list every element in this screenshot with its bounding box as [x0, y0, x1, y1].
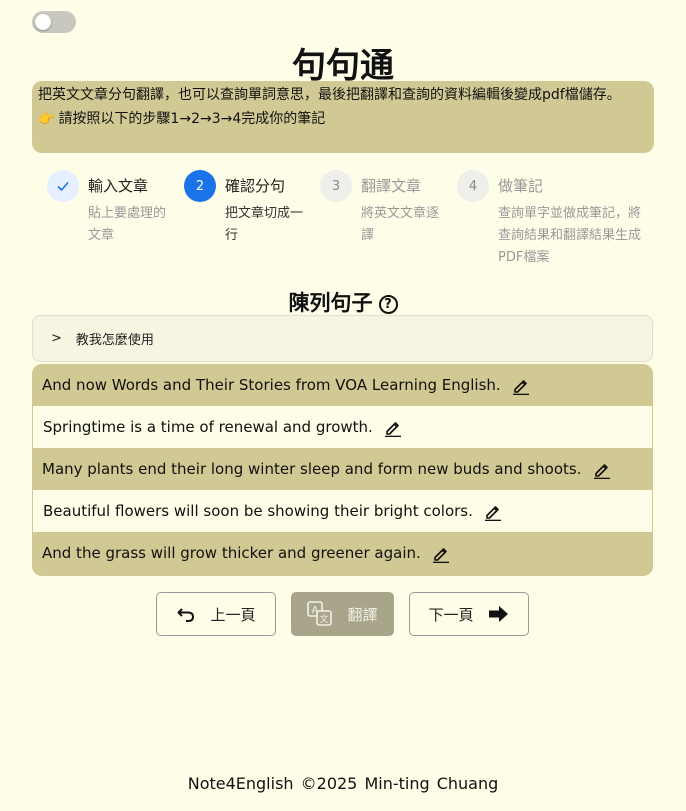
step-3-number: 3 — [320, 170, 352, 202]
edit-pencil-icon[interactable] — [483, 501, 503, 521]
pointing-hand-icon: 👉 — [38, 111, 56, 127]
translate-button[interactable]: A文 翻譯 — [291, 592, 394, 636]
tutorial-collapse[interactable]: > 教我怎麼使用 — [32, 315, 653, 362]
footer: Note4English ©2025 Min-ting Chuang — [187, 774, 499, 793]
help-icon[interactable]: ? — [378, 294, 398, 314]
step-2-title: 確認分句 — [225, 177, 286, 195]
prev-page-label: 上一頁 — [210, 605, 256, 624]
sentence-text: Beautiful flowers will soon be showing t… — [43, 502, 473, 520]
chevron-right-icon: > — [51, 331, 62, 346]
check-icon — [47, 170, 79, 202]
edit-pencil-icon[interactable] — [431, 543, 451, 563]
undo-arrow-icon — [176, 604, 196, 624]
section-title: 陳列句子? — [0, 287, 686, 317]
step-1-desc: 貼上要處理的文章 — [88, 206, 167, 243]
sentence-list: And now Words and Their Stories from VOA… — [32, 364, 653, 576]
steps: 輸入文章 貼上要處理的文章 2 確認分句 把文章切成一行 3 翻譯文章 將英文文… — [47, 170, 657, 270]
sentence-row: Beautiful flowers will soon be showing t… — [32, 490, 653, 532]
intro-hint-text: 請按照以下的步驟1→2→3→4完成你的筆記 — [58, 111, 326, 127]
step-4-title: 做筆記 — [498, 177, 544, 195]
sentence-row: And now Words and Their Stories from VOA… — [32, 364, 653, 406]
prev-page-button[interactable]: 上一頁 — [156, 592, 276, 636]
edit-pencil-icon[interactable] — [383, 417, 403, 437]
tutorial-label: 教我怎麼使用 — [75, 333, 154, 348]
toggle-knob — [35, 14, 51, 30]
section-title-text: 陳列句子 — [288, 291, 373, 315]
step-2-desc: 把文章切成一行 — [225, 206, 304, 243]
step-1-title: 輸入文章 — [88, 177, 149, 195]
svg-text:文: 文 — [320, 613, 329, 625]
app-title: 句句通 — [292, 46, 394, 86]
step-3-title: 翻譯文章 — [361, 177, 422, 195]
step-4-desc: 查詢單字並做成筆記，將查詢結果和翻譯結果生成PDF檔案 — [498, 206, 642, 265]
sentence-text: And now Words and Their Stories from VOA… — [42, 376, 501, 394]
intro-banner: 把英文文章分句翻譯，也可以查詢單詞意思，最後把翻譯和查詢的資料編輯後變成pdf檔… — [32, 81, 654, 153]
step-4-number: 4 — [457, 170, 489, 202]
sentence-row: Many plants end their long winter sleep … — [32, 448, 653, 490]
sentence-text: And the grass will grow thicker and gree… — [42, 544, 421, 562]
theme-toggle[interactable] — [32, 11, 76, 33]
edit-pencil-icon[interactable] — [592, 459, 612, 479]
next-page-button[interactable]: 下一頁 — [409, 592, 529, 636]
sentence-row: Springtime is a time of renewal and grow… — [32, 406, 653, 448]
step-3-desc: 將英文文章逐譯 — [361, 206, 440, 243]
sentence-text: Springtime is a time of renewal and grow… — [43, 418, 373, 436]
intro-hint: 👉 請按照以下的步驟1→2→3→4完成你的筆記 — [38, 107, 648, 131]
intro-text: 把英文文章分句翻譯，也可以查詢單詞意思，最後把翻譯和查詢的資料編輯後變成pdf檔… — [38, 87, 621, 103]
translate-label: 翻譯 — [347, 605, 378, 624]
translate-icon: A文 — [307, 601, 333, 627]
sentence-row: And the grass will grow thicker and gree… — [32, 532, 653, 574]
arrow-right-icon — [488, 604, 510, 624]
edit-pencil-icon[interactable] — [511, 375, 531, 395]
sentence-text: Many plants end their long winter sleep … — [42, 460, 582, 478]
next-page-label: 下一頁 — [428, 605, 474, 624]
step-2-number: 2 — [184, 170, 216, 202]
